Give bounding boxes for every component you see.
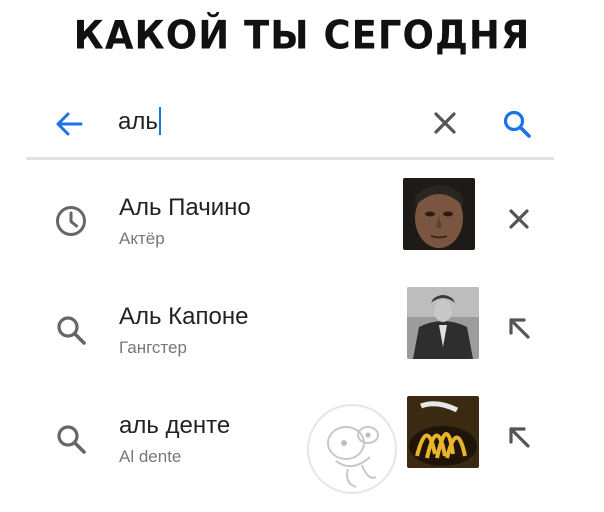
search-icon bbox=[57, 316, 86, 345]
meme-headline: КАКОЙ ТЫ СЕГОДНЯ bbox=[73, 12, 531, 59]
text-caret bbox=[158, 107, 161, 135]
remove-icon[interactable] bbox=[504, 204, 534, 234]
portrait-photo bbox=[403, 178, 475, 250]
suggestion-title: Аль Пачино bbox=[119, 194, 251, 221]
fill-query-arrow-icon[interactable] bbox=[504, 313, 534, 343]
arrow-left-icon[interactable] bbox=[54, 109, 84, 139]
pasta-photo bbox=[407, 396, 479, 468]
fill-query-arrow-icon[interactable] bbox=[504, 422, 534, 452]
suggestion-row[interactable]: Аль Капоне Гангстер bbox=[26, 287, 554, 387]
close-icon[interactable] bbox=[432, 110, 458, 136]
search-query-text: аль bbox=[118, 108, 158, 135]
suggestion-title: аль денте bbox=[119, 412, 231, 439]
suggestion-subtitle: Гангстер bbox=[119, 338, 187, 357]
bw-suit-photo bbox=[407, 287, 479, 359]
suggestion-row[interactable]: Аль Пачино Актёр bbox=[26, 178, 554, 278]
suggestion-row[interactable]: аль денте Al dente bbox=[26, 396, 554, 496]
search-divider bbox=[26, 157, 554, 160]
suggestion-subtitle: Al dente bbox=[119, 447, 182, 466]
meme-face-sticker bbox=[307, 404, 397, 494]
search-bar: аль bbox=[26, 95, 554, 157]
history-clock-icon bbox=[56, 206, 86, 236]
suggestion-title: Аль Капоне bbox=[119, 303, 249, 330]
suggestion-subtitle: Актёр bbox=[119, 229, 165, 248]
search-icon[interactable] bbox=[502, 109, 532, 139]
search-input[interactable]: аль bbox=[118, 107, 161, 137]
search-icon bbox=[57, 425, 86, 454]
